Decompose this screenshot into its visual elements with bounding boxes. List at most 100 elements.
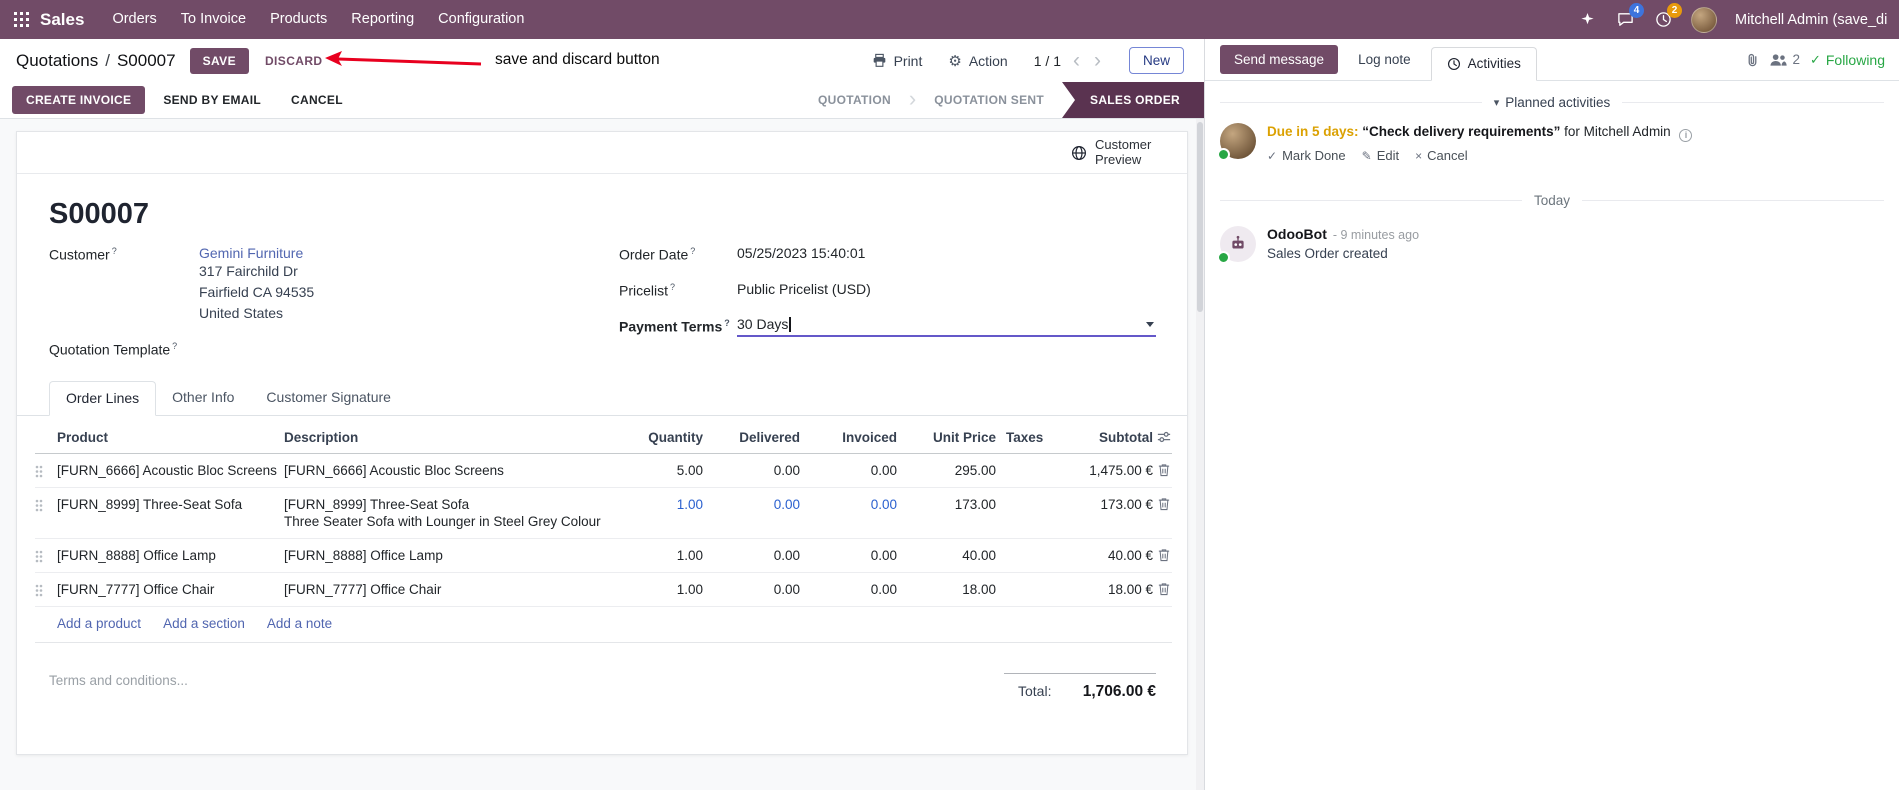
pricelist-field[interactable]: Public Pricelist (USD)	[737, 281, 1156, 297]
cell-delivered[interactable]: 0.00	[703, 539, 800, 572]
star-icon[interactable]	[1577, 10, 1597, 30]
cell-description[interactable]: [FURN_8888] Office Lamp	[284, 539, 603, 572]
breadcrumb-quotations[interactable]: Quotations	[16, 51, 98, 71]
messages-icon[interactable]: 4	[1615, 2, 1644, 30]
cell-quantity[interactable]: 1.00	[603, 573, 703, 606]
apps-grid-icon[interactable]	[12, 11, 30, 29]
cell-product[interactable]: [FURN_8888] Office Lamp	[57, 539, 284, 572]
cell-product[interactable]: [FURN_8999] Three-Seat Sofa	[57, 488, 284, 538]
action-button[interactable]: ⚙ Action	[948, 52, 1007, 70]
form-scrollbar[interactable]	[1196, 119, 1204, 790]
menu-reporting[interactable]: Reporting	[339, 0, 426, 39]
step-sales-order[interactable]: SALES ORDER	[1062, 82, 1204, 118]
pager-prev-icon[interactable]: ‹	[1071, 50, 1082, 71]
add-a-section-link[interactable]: Add a section	[163, 616, 245, 631]
cell-invoiced[interactable]: 0.00	[800, 454, 897, 487]
col-taxes[interactable]: Taxes	[996, 422, 1066, 453]
col-quantity[interactable]: Quantity	[603, 422, 703, 453]
cell-delivered[interactable]: 0.00	[703, 488, 800, 538]
drag-handle-icon[interactable]	[35, 539, 57, 572]
cell-taxes[interactable]	[996, 454, 1066, 487]
step-quotation-sent[interactable]: QUOTATION SENT	[916, 82, 1062, 118]
followers-button[interactable]: 2	[1770, 52, 1800, 67]
user-avatar[interactable]	[1691, 6, 1717, 33]
cell-taxes[interactable]	[996, 573, 1066, 606]
activities-clock-icon[interactable]: 2	[1653, 2, 1682, 30]
cell-quantity[interactable]: 5.00	[603, 454, 703, 487]
payment-terms-field[interactable]: 30 Days	[737, 316, 1156, 337]
cancel-activity-button[interactable]: × Cancel	[1415, 148, 1467, 163]
attachment-icon[interactable]	[1745, 52, 1760, 68]
menu-orders[interactable]: Orders	[100, 0, 168, 39]
cell-unit-price[interactable]: 173.00	[897, 488, 996, 538]
cell-quantity[interactable]: 1.00	[603, 539, 703, 572]
drag-handle-icon[interactable]	[35, 573, 57, 606]
cell-unit-price[interactable]: 40.00	[897, 539, 996, 572]
col-description[interactable]: Description	[284, 422, 603, 453]
cell-delivered[interactable]: 0.00	[703, 573, 800, 606]
cell-taxes[interactable]	[996, 488, 1066, 538]
pricelist-label: Pricelist?	[619, 282, 676, 299]
odoobot-avatar[interactable]	[1217, 226, 1256, 264]
col-delivered[interactable]: Delivered	[703, 422, 800, 453]
delete-row-icon[interactable]	[1153, 454, 1174, 487]
print-button[interactable]: Print	[872, 53, 922, 69]
drag-handle-icon[interactable]	[35, 454, 57, 487]
col-product[interactable]: Product	[57, 422, 284, 453]
cancel-button[interactable]: CANCEL	[279, 86, 355, 114]
cell-invoiced[interactable]: 0.00	[800, 488, 897, 538]
info-icon[interactable]: i	[1679, 129, 1693, 142]
edit-activity-button[interactable]: ✎ Edit	[1362, 148, 1399, 163]
cell-unit-price[interactable]: 18.00	[897, 573, 996, 606]
tab-other-info[interactable]: Other Info	[156, 381, 250, 416]
cell-taxes[interactable]	[996, 539, 1066, 572]
col-subtotal[interactable]: Subtotal	[1066, 422, 1153, 453]
new-button[interactable]: New	[1128, 47, 1184, 74]
tab-order-lines[interactable]: Order Lines	[49, 380, 157, 416]
cell-description[interactable]: [FURN_8999] Three-Seat Sofa Three Seater …	[284, 488, 603, 538]
cell-product[interactable]: [FURN_6666] Acoustic Bloc Screens	[57, 454, 284, 487]
delete-row-icon[interactable]	[1153, 539, 1174, 572]
cell-description[interactable]: [FURN_7777] Office Chair	[284, 573, 603, 606]
col-unit-price[interactable]: Unit Price	[897, 422, 996, 453]
send-by-email-button[interactable]: SEND BY EMAIL	[151, 86, 273, 114]
customer-link[interactable]: Gemini Furniture	[199, 245, 303, 261]
cell-delivered[interactable]: 0.00	[703, 454, 800, 487]
cell-quantity[interactable]: 1.00	[603, 488, 703, 538]
menu-configuration[interactable]: Configuration	[426, 0, 536, 39]
optional-columns-icon[interactable]	[1153, 422, 1174, 453]
cell-unit-price[interactable]: 295.00	[897, 454, 996, 487]
menu-products[interactable]: Products	[258, 0, 339, 39]
activity-avatar[interactable]	[1217, 123, 1256, 161]
drag-handle-icon[interactable]	[35, 488, 57, 538]
cell-invoiced[interactable]: 0.00	[800, 573, 897, 606]
dropdown-caret-icon[interactable]	[1146, 321, 1154, 327]
following-button[interactable]: ✓ Following	[1810, 52, 1885, 68]
mark-done-button[interactable]: ✓ Mark Done	[1267, 148, 1346, 163]
add-a-note-link[interactable]: Add a note	[267, 616, 332, 631]
create-invoice-button[interactable]: CREATE INVOICE	[12, 86, 146, 114]
cell-product[interactable]: [FURN_7777] Office Chair	[57, 573, 284, 606]
user-name[interactable]: Mitchell Admin (save_discar	[1735, 12, 1887, 28]
order-date-field[interactable]: 05/25/2023 15:40:01	[737, 245, 1156, 261]
log-note-button[interactable]: Log note	[1348, 45, 1421, 74]
cell-invoiced[interactable]: 0.00	[800, 539, 897, 572]
menu-to-invoice[interactable]: To Invoice	[169, 0, 258, 39]
step-quotation[interactable]: QUOTATION	[800, 82, 909, 118]
delete-row-icon[interactable]	[1153, 573, 1174, 606]
pager-next-icon[interactable]: ›	[1092, 50, 1103, 71]
send-message-button[interactable]: Send message	[1220, 45, 1339, 74]
cell-description[interactable]: [FURN_6666] Acoustic Bloc Screens	[284, 454, 603, 487]
add-a-product-link[interactable]: Add a product	[57, 616, 141, 631]
planned-activities-header[interactable]: ▾ Planned activities	[1220, 95, 1884, 110]
terms-placeholder[interactable]: Terms and conditions...	[49, 673, 188, 688]
app-name[interactable]: Sales	[40, 10, 84, 30]
delete-row-icon[interactable]	[1153, 488, 1174, 538]
tab-customer-signature[interactable]: Customer Signature	[250, 381, 407, 416]
col-invoiced[interactable]: Invoiced	[800, 422, 897, 453]
message-author[interactable]: OdooBot	[1267, 226, 1327, 242]
discard-button[interactable]: DISCARD	[265, 54, 322, 68]
activities-tab[interactable]: Activities	[1430, 47, 1537, 81]
save-button[interactable]: SAVE	[189, 47, 249, 74]
customer-preview-button[interactable]: Customer Preview	[1071, 137, 1169, 168]
